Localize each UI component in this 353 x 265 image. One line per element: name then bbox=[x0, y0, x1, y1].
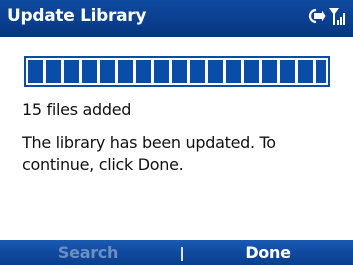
status-message: The library has been updated. To continu… bbox=[22, 133, 276, 174]
status-icons bbox=[306, 6, 347, 30]
window-title: Update Library bbox=[7, 6, 147, 26]
signal-icon bbox=[329, 6, 347, 30]
progress-fill bbox=[28, 60, 326, 83]
done-softkey[interactable]: Done bbox=[183, 243, 353, 262]
files-added-text: 15 files added bbox=[22, 100, 132, 119]
screen: Update Library 15 files added The librar… bbox=[0, 0, 353, 265]
connectivity-icon bbox=[306, 7, 326, 29]
search-softkey[interactable]: Search bbox=[0, 243, 176, 262]
title-bar: Update Library bbox=[0, 0, 353, 37]
progress-bar bbox=[24, 56, 330, 87]
softkey-bar: Search Done bbox=[0, 240, 353, 265]
